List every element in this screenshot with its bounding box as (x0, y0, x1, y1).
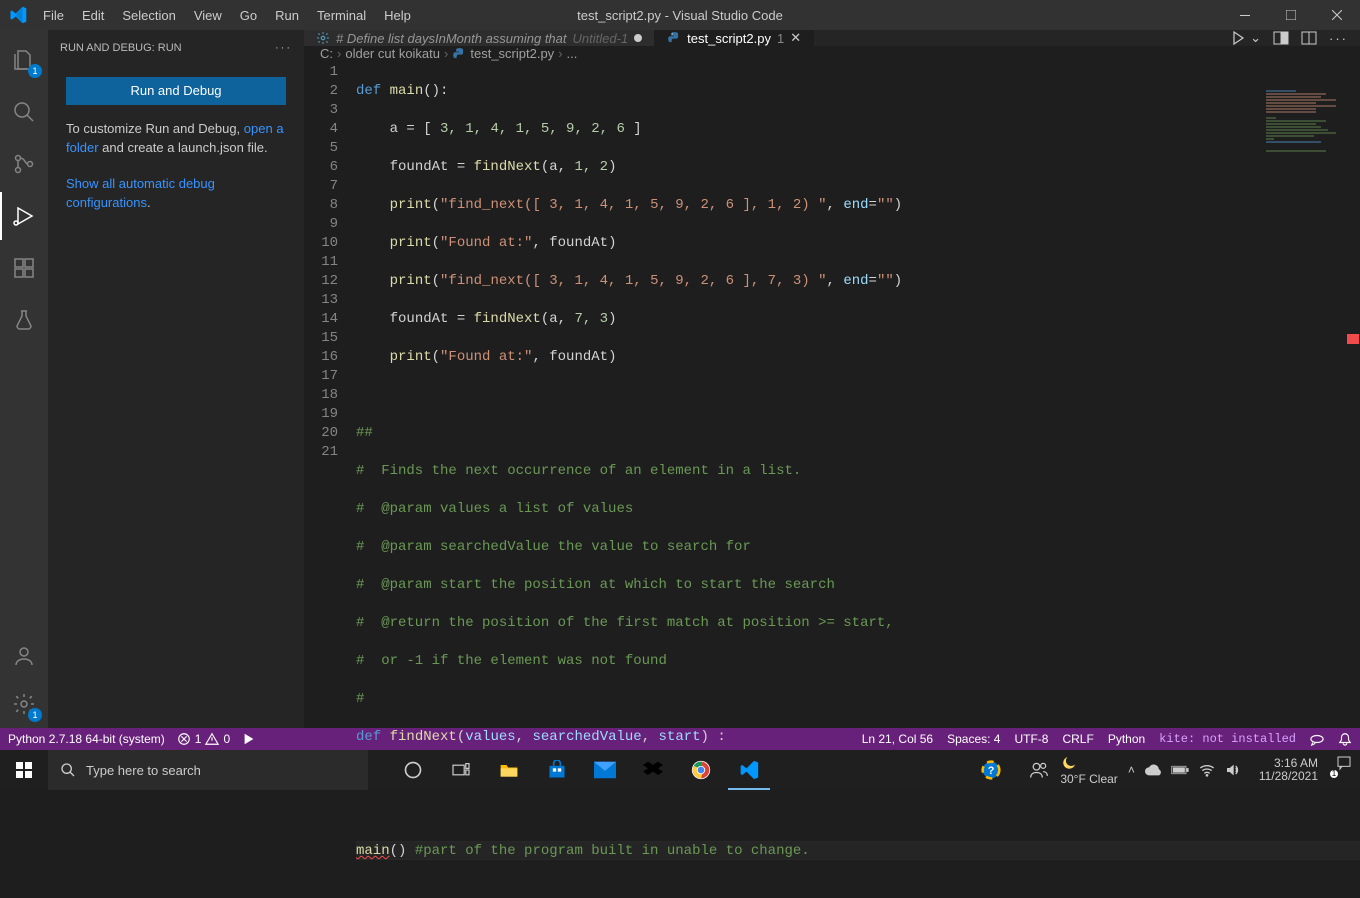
vscode-logo-icon (0, 6, 35, 24)
menu-terminal[interactable]: Terminal (309, 4, 374, 27)
action-center-icon[interactable]: 1 (1336, 755, 1352, 785)
gear-icon (316, 31, 330, 45)
clock[interactable]: 3:16 AM 11/28/2021 (1251, 757, 1326, 783)
menu-run[interactable]: Run (267, 4, 307, 27)
extensions-icon[interactable] (0, 244, 48, 292)
system-tray[interactable]: 30°F Clear ˄ 3:16 AM 11/28/2021 1 (1060, 754, 1360, 786)
accounts-icon[interactable] (0, 632, 48, 680)
tab-untitled[interactable]: # Define list daysInMonth assuming that … (304, 30, 655, 46)
clock-date: 11/28/2021 (1259, 770, 1318, 783)
close-button[interactable] (1314, 0, 1360, 30)
tab-bar: # Define list daysInMonth assuming that … (304, 30, 1360, 46)
tab-suffix: 1 (777, 31, 784, 46)
svg-text:?: ? (988, 765, 995, 777)
show-configs-link[interactable]: Show all automatic debug configurations (66, 176, 215, 211)
status-python[interactable]: Python 2.7.18 64-bit (system) (8, 732, 165, 746)
weather-widget[interactable]: 30°F Clear (1060, 754, 1118, 786)
explorer-icon[interactable]: 1 (0, 36, 48, 84)
editor-area: # Define list daysInMonth assuming that … (304, 30, 1360, 728)
cortana-icon[interactable] (392, 750, 434, 790)
minimize-button[interactable] (1222, 0, 1268, 30)
kite-icon[interactable] (242, 732, 256, 746)
chevron-down-icon[interactable]: ⌄ (1250, 30, 1261, 46)
close-tab-icon[interactable]: ✕ (790, 30, 801, 46)
sidebar: RUN AND DEBUG: RUN ··· Run and Debug To … (48, 30, 304, 728)
wifi-icon[interactable] (1199, 763, 1215, 777)
chevron-up-icon[interactable]: ˄ (1128, 763, 1135, 777)
tab-test-script2[interactable]: test_script2.py 1 ✕ (655, 30, 814, 46)
clock-time: 3:16 AM (1259, 757, 1318, 770)
mail-icon[interactable] (584, 750, 626, 790)
title-bar: File Edit Selection View Go Run Terminal… (0, 0, 1360, 30)
scrollbar[interactable] (1346, 87, 1360, 727)
menu-view[interactable]: View (186, 4, 230, 27)
run-debug-icon[interactable] (0, 192, 48, 240)
battery-icon[interactable] (1171, 764, 1189, 776)
menu-edit[interactable]: Edit (74, 4, 112, 27)
window-title: test_script2.py - Visual Studio Code (577, 8, 783, 23)
python-file-icon (452, 47, 466, 61)
layout-icon[interactable] (1301, 30, 1317, 46)
menu-file[interactable]: File (35, 4, 72, 27)
help-icon[interactable]: ? (970, 750, 1012, 790)
search-icon[interactable] (0, 88, 48, 136)
dirty-indicator-icon (634, 34, 642, 42)
sidebar-title: RUN AND DEBUG: RUN (60, 42, 182, 54)
sidebar-text: Show all automatic debug configurations. (66, 174, 286, 213)
source-control-icon[interactable] (0, 140, 48, 188)
more-icon[interactable]: ··· (1329, 31, 1348, 46)
status-problems[interactable]: 1 0 (177, 732, 230, 746)
breadcrumb-item: C: (320, 46, 333, 61)
onedrive-icon[interactable] (1145, 764, 1161, 776)
menu-go[interactable]: Go (232, 4, 265, 27)
breadcrumb-item: test_script2.py (470, 46, 554, 61)
chrome-icon[interactable] (680, 750, 722, 790)
search-placeholder: Type here to search (86, 763, 201, 778)
more-icon[interactable]: ··· (275, 42, 292, 54)
menu-bar: File Edit Selection View Go Run Terminal… (35, 4, 419, 27)
sidebar-text: To customize Run and Debug, open a folde… (66, 119, 286, 158)
moon-icon (1060, 754, 1078, 772)
people-icon[interactable] (1018, 750, 1060, 790)
settings-gear-icon[interactable]: 1 (0, 680, 48, 728)
split-editor-icon[interactable] (1273, 30, 1289, 46)
breadcrumb-item: ... (567, 46, 578, 61)
tab-label: test_script2.py (687, 31, 771, 46)
badge: 1 (28, 64, 42, 78)
badge: 1 (28, 708, 42, 722)
breadcrumb[interactable]: C:› older cut koikatu› test_script2.py› … (304, 46, 1360, 61)
menu-selection[interactable]: Selection (114, 4, 183, 27)
vscode-taskbar-icon[interactable] (728, 750, 770, 790)
task-view-icon[interactable] (440, 750, 482, 790)
search-icon (60, 762, 76, 778)
tab-suffix: Untitled-1 (573, 31, 629, 46)
menu-help[interactable]: Help (376, 4, 419, 27)
file-explorer-icon[interactable] (488, 750, 530, 790)
testing-icon[interactable] (0, 296, 48, 344)
start-button[interactable] (0, 750, 48, 790)
weather-text: 30°F Clear (1060, 772, 1118, 786)
python-file-icon (667, 31, 681, 45)
microsoft-store-icon[interactable] (536, 750, 578, 790)
minimap[interactable] (1266, 90, 1346, 150)
run-and-debug-button[interactable]: Run and Debug (66, 77, 286, 105)
windows-taskbar: Type here to search ? 30°F Clear ˄ 3:16 … (0, 750, 1360, 790)
volume-icon[interactable] (1225, 763, 1241, 777)
tab-label: # Define list daysInMonth assuming that (336, 31, 567, 46)
taskbar-search[interactable]: Type here to search (48, 750, 368, 790)
breadcrumb-item: older cut koikatu (345, 46, 440, 61)
activity-bar: 1 1 (0, 30, 48, 728)
dropbox-icon[interactable] (632, 750, 674, 790)
maximize-button[interactable] (1268, 0, 1314, 30)
run-icon[interactable] (1230, 30, 1246, 46)
